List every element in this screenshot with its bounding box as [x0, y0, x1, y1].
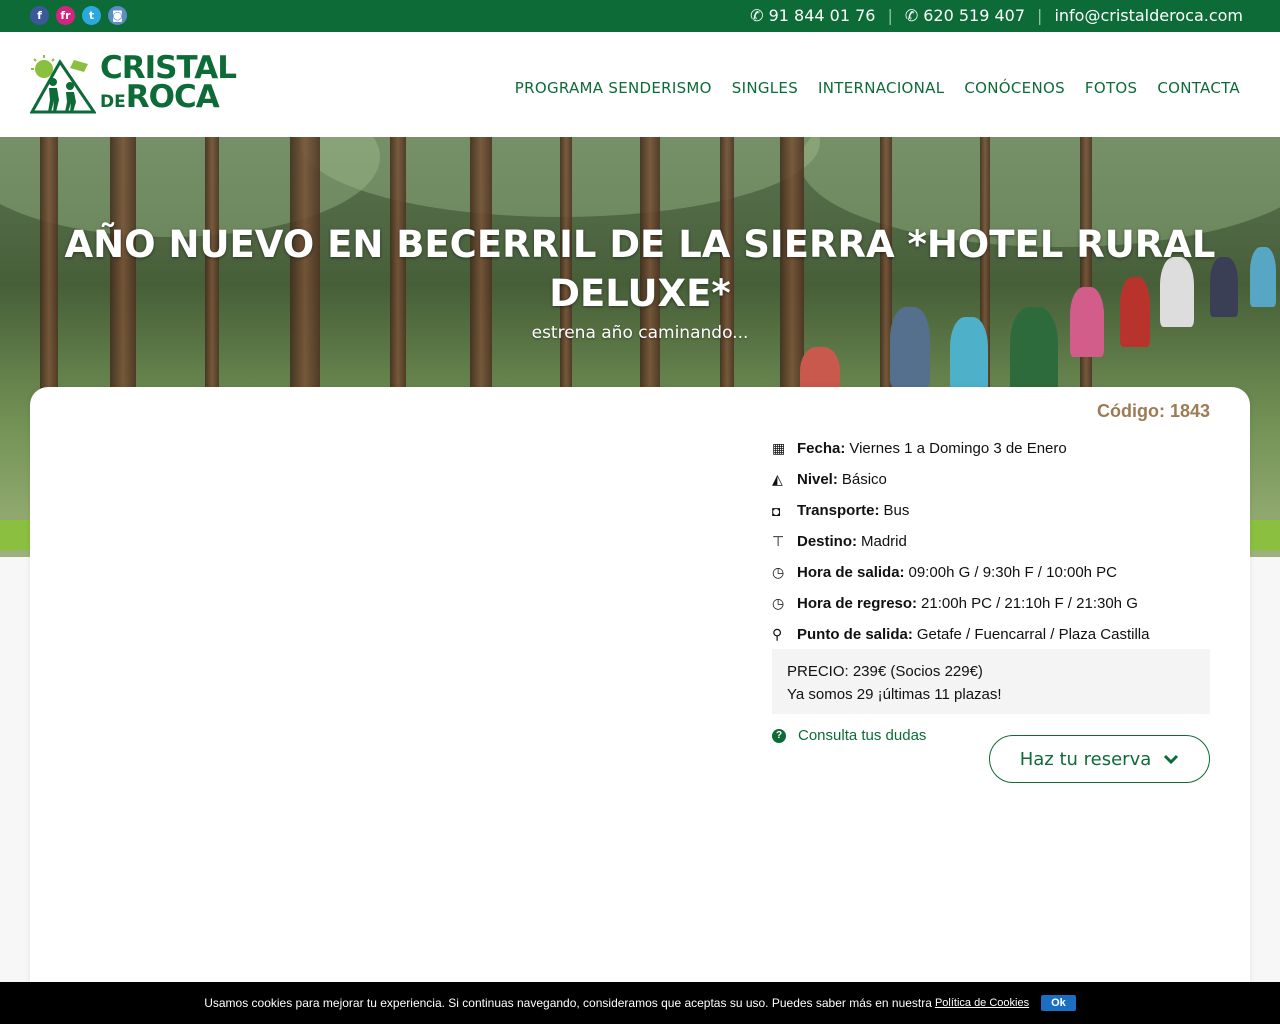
contact-info: ✆ 91 844 01 76 | ✆ 620 519 407 | info@cr…	[750, 6, 1243, 25]
mountain-chart-icon: ◭	[772, 471, 783, 487]
detail-row-fecha: ▦ Fecha: Viernes 1 a Domingo 3 de Enero	[772, 433, 1212, 464]
trip-subtitle: estrena año caminando...	[531, 323, 749, 343]
detail-label: Nivel:	[797, 471, 838, 488]
social-links: f fr t ◙	[30, 6, 127, 25]
email-link[interactable]: info@cristalderoca.com	[1054, 6, 1243, 25]
consulta-dudas-link[interactable]: ? Consulta tus dudas	[772, 727, 926, 744]
price-box: PRECIO: 239€ (Socios 229€) Ya somos 29 ¡…	[772, 649, 1210, 714]
consulta-label: Consulta tus dudas	[798, 727, 927, 744]
facebook-icon[interactable]: f	[30, 6, 49, 25]
cookie-text: Usamos cookies para mejorar tu experienc…	[204, 996, 932, 1010]
flickr-icon[interactable]: fr	[56, 6, 75, 25]
detail-value: Getafe / Fuencarral / Plaza Castilla	[916, 626, 1150, 643]
phone-icon: ✆	[750, 6, 764, 25]
detail-row-destino: ⊤ Destino: Madrid	[772, 526, 1212, 557]
detail-label: Transporte:	[797, 502, 880, 519]
whatsapp-number: 620 519 407	[923, 6, 1026, 25]
detail-label: Fecha:	[797, 440, 846, 457]
phone-number: 91 844 01 76	[768, 6, 876, 25]
places-text: Ya somos 29 ¡últimas 11 plazas!	[787, 686, 1002, 703]
detail-row-nivel: ◭ Nivel: Básico	[772, 464, 1212, 495]
calendar-icon: ▦	[772, 440, 786, 456]
nav-programa-senderismo[interactable]: PROGRAMA SENDERISMO	[515, 79, 712, 97]
detail-value: Bus	[883, 502, 910, 519]
detail-label: Hora de salida:	[797, 564, 905, 581]
detail-label: Hora de regreso:	[797, 595, 918, 612]
cookie-policy-link[interactable]: Política de Cookies	[935, 997, 1029, 1009]
clock-icon: ◷	[772, 595, 785, 611]
question-circle-icon: ?	[772, 728, 786, 743]
reserva-label: Haz tu reserva	[1019, 748, 1152, 770]
detail-value: 21:00h PC / 21:10h F / 21:30h G	[921, 595, 1138, 612]
detail-row-hora-salida: ◷ Hora de salida: 09:00h G / 9:30h F / 1…	[772, 557, 1212, 588]
twitter-icon[interactable]: t	[82, 6, 101, 25]
nav-conocenos[interactable]: CONÓCENOS	[964, 79, 1065, 97]
detail-row-punto-salida: ⚲ Punto de salida: Getafe / Fuencarral /…	[772, 619, 1212, 650]
chevron-down-icon	[1164, 754, 1179, 765]
reserva-button[interactable]: Haz tu reserva	[989, 735, 1210, 783]
detail-value: Básico	[841, 471, 887, 488]
divider: |	[887, 6, 893, 25]
detail-row-transporte: ◘ Transporte: Bus	[772, 495, 1212, 526]
detail-label: Punto de salida:	[797, 626, 913, 643]
detail-row-hora-regreso: ◷ Hora de regreso: 21:00h PC / 21:10h F …	[772, 588, 1212, 619]
site-header: CRISTAL DEROCA PROGRAMA SENDERISMO SINGL…	[0, 32, 1280, 137]
phone-link[interactable]: ✆ 91 844 01 76	[750, 6, 875, 25]
hikers-logo-icon	[29, 55, 97, 114]
signpost-icon: ⊤	[772, 533, 785, 549]
nav-internacional[interactable]: INTERNACIONAL	[818, 79, 944, 97]
detail-label: Destino:	[797, 533, 857, 550]
detail-value: Viernes 1 a Domingo 3 de Enero	[849, 440, 1067, 457]
trip-details-list: ▦ Fecha: Viernes 1 a Domingo 3 de Enero …	[772, 433, 1212, 650]
detail-value: Madrid	[861, 533, 907, 550]
divider: |	[1037, 6, 1043, 25]
price-text: PRECIO: 239€ (Socios 229€)	[787, 663, 983, 680]
nav-contacta[interactable]: CONTACTA	[1157, 79, 1240, 97]
cookie-banner: Usamos cookies para mejorar tu experienc…	[0, 982, 1280, 1024]
site-logo[interactable]: CRISTAL DEROCA	[29, 53, 237, 116]
trip-detail-card: Código: 1843 ▦ Fecha: Viernes 1 a Doming…	[30, 387, 1250, 1007]
whatsapp-icon: ✆	[904, 6, 919, 25]
nav-fotos[interactable]: FOTOS	[1085, 79, 1137, 97]
nav-singles[interactable]: SINGLES	[732, 79, 798, 97]
top-bar: f fr t ◙ ✆ 91 844 01 76 | ✆ 620 519 407 …	[0, 0, 1280, 32]
logo-roca: ROCA	[125, 79, 220, 115]
trip-title: AÑO NUEVO EN BECERRIL DE LA SIERRA *HOTE…	[64, 223, 1216, 315]
map-pin-icon: ⚲	[772, 626, 783, 642]
clock-icon: ◷	[772, 564, 785, 580]
trip-code: Código: 1843	[1096, 401, 1210, 421]
logo-line2: DEROCA	[100, 82, 236, 117]
logo-de: DE	[100, 92, 126, 112]
cookie-ok-button[interactable]: Ok	[1041, 995, 1076, 1011]
detail-value: 09:00h G / 9:30h F / 10:00h PC	[908, 564, 1118, 581]
main-nav: PROGRAMA SENDERISMO SINGLES INTERNACIONA…	[515, 79, 1240, 97]
instagram-icon[interactable]: ◙	[108, 6, 127, 25]
whatsapp-link[interactable]: ✆ 620 519 407	[905, 6, 1025, 25]
bus-icon: ◘	[772, 502, 781, 519]
logo-text: CRISTAL DEROCA	[100, 53, 237, 117]
